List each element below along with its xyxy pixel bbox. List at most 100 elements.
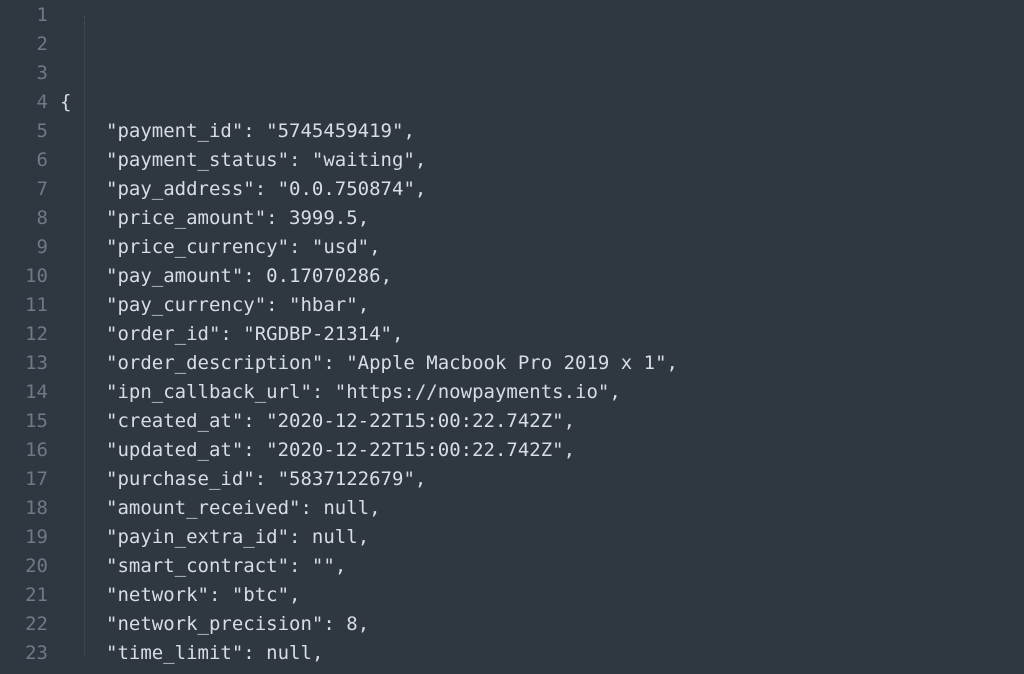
- line-number: 16: [0, 436, 48, 465]
- json-key: "pay_address": [106, 178, 255, 200]
- json-comma: ,: [381, 265, 392, 287]
- json-key: "created_at": [106, 410, 243, 432]
- line-number: 8: [0, 204, 48, 233]
- line-number: 3: [0, 59, 48, 88]
- json-brace-open: {: [60, 91, 71, 113]
- json-key: "amount_received": [106, 497, 300, 519]
- code-line: "price_amount": 3999.5,: [60, 204, 1024, 233]
- json-comma: ,: [415, 178, 426, 200]
- code-line: "updated_at": "2020-12-22T15:00:22.742Z"…: [60, 436, 1024, 465]
- line-number: 19: [0, 523, 48, 552]
- line-number: 4: [0, 88, 48, 117]
- json-key: "pay_amount": [106, 265, 243, 287]
- json-key: "pay_currency": [106, 294, 266, 316]
- json-key: "smart_contract": [106, 555, 289, 577]
- code-line: "smart_contract": "",: [60, 552, 1024, 581]
- json-colon: :: [255, 178, 278, 200]
- json-comma: ,: [403, 120, 414, 142]
- json-key: "ipn_callback_url": [106, 381, 312, 403]
- json-colon: :: [289, 555, 312, 577]
- line-number: 14: [0, 378, 48, 407]
- json-colon: :: [323, 613, 346, 635]
- json-comma: ,: [312, 642, 323, 664]
- json-colon: :: [255, 468, 278, 490]
- json-string: "https://nowpayments.io": [335, 381, 610, 403]
- json-colon: :: [289, 236, 312, 258]
- line-number: 15: [0, 407, 48, 436]
- code-line: "pay_address": "0.0.750874",: [60, 175, 1024, 204]
- json-colon: :: [243, 265, 266, 287]
- json-comma: ,: [358, 526, 369, 548]
- code-line: "order_description": "Apple Macbook Pro …: [60, 349, 1024, 378]
- json-comma: ,: [415, 468, 426, 490]
- json-colon: :: [243, 439, 266, 461]
- json-number: 0.17070286: [266, 265, 380, 287]
- code-line: "network_precision": 8,: [60, 610, 1024, 639]
- json-comma: ,: [335, 555, 346, 577]
- code-line: "payment_id": "5745459419",: [60, 117, 1024, 146]
- json-colon: :: [312, 381, 335, 403]
- line-number: 5: [0, 117, 48, 146]
- line-number: 20: [0, 552, 48, 581]
- json-key: "payment_id": [106, 120, 243, 142]
- json-colon: :: [220, 323, 243, 345]
- code-line: "order_id": "RGDBP-21314",: [60, 320, 1024, 349]
- code-line: "pay_currency": "hbar",: [60, 291, 1024, 320]
- line-number: 18: [0, 494, 48, 523]
- json-string: "waiting": [312, 149, 415, 171]
- json-key: "price_amount": [106, 207, 266, 229]
- json-key: "updated_at": [106, 439, 243, 461]
- line-number: 23: [0, 639, 48, 668]
- line-number: 6: [0, 146, 48, 175]
- json-colon: :: [266, 207, 289, 229]
- code-line: "amount_received": null,: [60, 494, 1024, 523]
- json-comma: ,: [369, 497, 380, 519]
- json-key: "payin_extra_id": [106, 526, 289, 548]
- json-comma: ,: [358, 613, 369, 635]
- code-line: "purchase_id": "5837122679",: [60, 465, 1024, 494]
- json-string: "RGDBP-21314": [243, 323, 392, 345]
- line-number: 9: [0, 233, 48, 262]
- json-colon: :: [289, 149, 312, 171]
- json-number: 3999.5: [289, 207, 358, 229]
- json-colon: :: [209, 584, 232, 606]
- json-string: "Apple Macbook Pro 2019 x 1": [346, 352, 666, 374]
- json-colon: :: [243, 410, 266, 432]
- json-key: "time_limit": [106, 642, 243, 664]
- json-colon: :: [300, 497, 323, 519]
- json-string: "2020-12-22T15:00:22.742Z": [266, 439, 563, 461]
- json-colon: :: [266, 294, 289, 316]
- line-number: 10: [0, 262, 48, 291]
- json-string: "2020-12-22T15:00:22.742Z": [266, 410, 563, 432]
- json-colon: :: [323, 352, 346, 374]
- code-line: "burning_percent": null,: [60, 668, 1024, 674]
- json-comma: ,: [564, 439, 575, 461]
- json-comma: ,: [667, 352, 678, 374]
- line-number: 7: [0, 175, 48, 204]
- json-key: "price_currency": [106, 236, 289, 258]
- code-line: {: [60, 88, 1024, 117]
- json-comma: ,: [358, 207, 369, 229]
- json-string: "usd": [312, 236, 369, 258]
- code-line: "time_limit": null,: [60, 639, 1024, 668]
- json-string: "btc": [232, 584, 289, 606]
- line-number: 11: [0, 291, 48, 320]
- json-string: "": [312, 555, 335, 577]
- json-string: "hbar": [289, 294, 358, 316]
- code-line: "pay_amount": 0.17070286,: [60, 262, 1024, 291]
- json-comma: ,: [369, 236, 380, 258]
- json-comma: ,: [358, 294, 369, 316]
- json-null: null: [323, 497, 369, 519]
- line-number: 1: [0, 1, 48, 30]
- json-string: "0.0.750874": [278, 178, 415, 200]
- json-key: "network_precision": [106, 613, 323, 635]
- code-line: "ipn_callback_url": "https://nowpayments…: [60, 378, 1024, 407]
- json-colon: :: [289, 526, 312, 548]
- json-string: "5837122679": [278, 468, 415, 490]
- code-area: {"payment_id": "5745459419","payment_sta…: [60, 0, 1024, 674]
- json-colon: :: [243, 120, 266, 142]
- json-string: "5745459419": [266, 120, 403, 142]
- json-comma: ,: [289, 584, 300, 606]
- line-number: 21: [0, 581, 48, 610]
- json-number: 8: [346, 613, 357, 635]
